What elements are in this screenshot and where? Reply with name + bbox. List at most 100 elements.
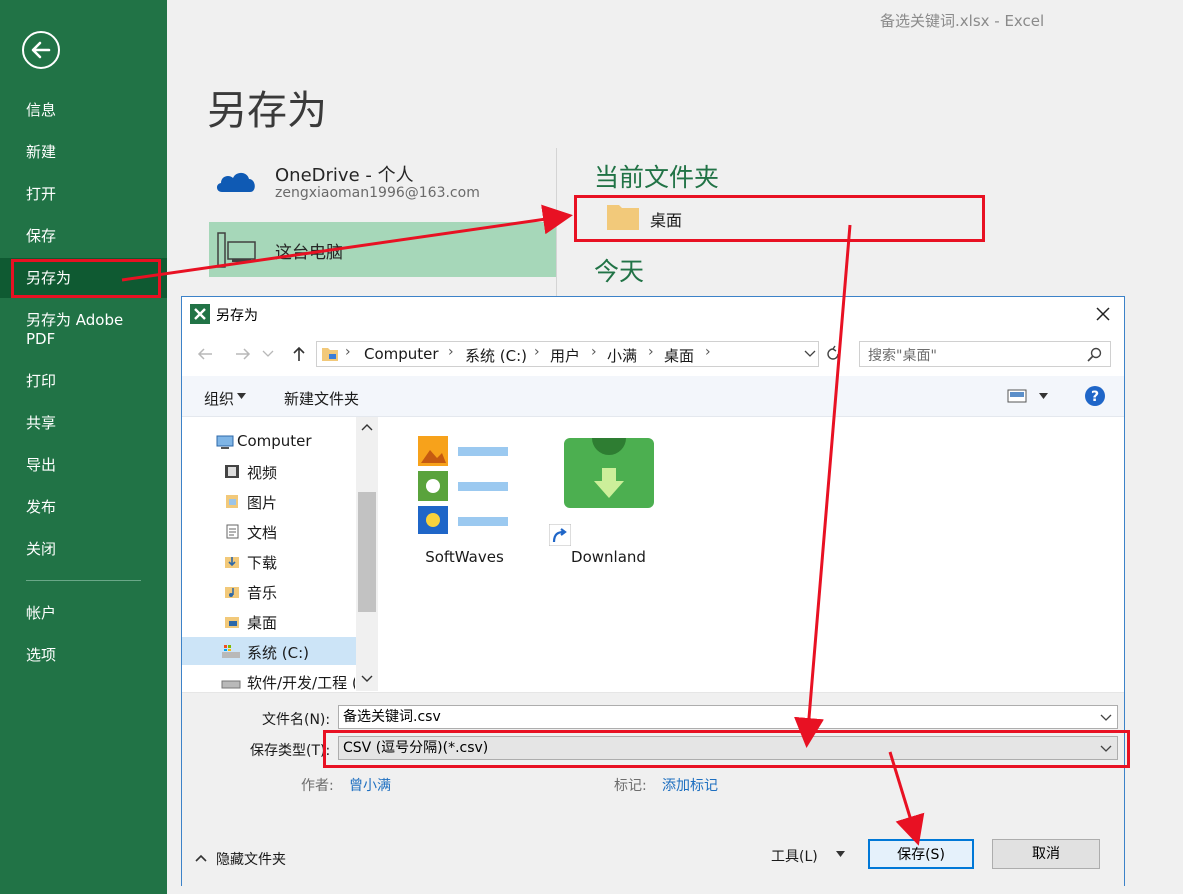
- menu-publish[interactable]: 发布: [0, 487, 167, 527]
- breadcrumb-user[interactable]: 小满: [607, 345, 637, 366]
- nav-item-software-drive[interactable]: 软件/开发/工程 (: [247, 672, 355, 693]
- file-type-label: 保存类型(T):: [250, 743, 331, 759]
- nav-item-desktop[interactable]: 桌面: [247, 612, 277, 633]
- chevron-down-icon: [1100, 714, 1112, 721]
- scroll-up-icon[interactable]: [361, 423, 373, 431]
- recent-dropdown-icon[interactable]: [262, 350, 274, 358]
- svg-text:?: ?: [1091, 389, 1099, 405]
- this-pc-label: 这台电脑: [275, 243, 343, 263]
- forward-arrow-icon[interactable]: [234, 346, 252, 362]
- annotation-box-current-folder: [574, 195, 985, 242]
- nav-item-system-drive[interactable]: 系统 (C:): [247, 642, 309, 663]
- filename-value: 备选关键词.csv: [343, 709, 441, 725]
- search-input[interactable]: 搜索"桌面": [859, 341, 1111, 367]
- locations-divider: [556, 148, 557, 298]
- back-arrow-icon[interactable]: [196, 346, 214, 362]
- nav-item-computer[interactable]: Computer: [237, 432, 312, 450]
- current-folder-heading: 当前文件夹: [594, 163, 720, 192]
- breadcrumb-separator: ›: [591, 344, 597, 360]
- annotation-box-file-type: [323, 730, 1130, 768]
- nav-item-downloads[interactable]: 下载: [247, 552, 277, 573]
- breadcrumb-separator: ›: [448, 344, 454, 360]
- menu-info[interactable]: 信息: [0, 90, 167, 130]
- close-icon: [1096, 307, 1110, 321]
- menu-save[interactable]: 保存: [0, 216, 167, 256]
- nav-item-music[interactable]: 音乐: [247, 582, 277, 603]
- tags-label: 标记:: [614, 778, 647, 794]
- author-label: 作者:: [301, 778, 334, 794]
- page-title: 另存为: [207, 88, 327, 134]
- caret-down-icon[interactable]: [1039, 393, 1048, 399]
- breadcrumb-separator: ›: [534, 344, 540, 360]
- back-button[interactable]: [22, 31, 60, 69]
- author-value[interactable]: 曾小满: [349, 775, 391, 795]
- nav-item-pictures[interactable]: 图片: [247, 492, 277, 513]
- new-folder-button[interactable]: 新建文件夹: [284, 388, 359, 409]
- caret-down-icon[interactable]: [836, 851, 845, 857]
- tools-button[interactable]: 工具(L): [771, 846, 818, 866]
- onedrive-icon: [216, 172, 255, 192]
- file-name: SoftWaves: [425, 548, 504, 566]
- onedrive-email: zengxiaoman1996@163.com: [275, 185, 480, 201]
- breadcrumb-separator: ›: [345, 344, 351, 360]
- desktop-icon: [225, 617, 239, 628]
- nav-scrollbar-thumb[interactable]: [358, 492, 376, 612]
- breadcrumb-separator: ›: [705, 344, 711, 360]
- music-icon: [225, 587, 239, 598]
- filename-label: 文件名(N):: [262, 712, 331, 728]
- hide-folders-button[interactable]: 隐藏文件夹: [216, 849, 286, 869]
- folder-icon: [322, 348, 338, 361]
- menu-export[interactable]: 导出: [0, 445, 167, 485]
- breadcrumb-computer[interactable]: Computer: [364, 345, 439, 363]
- breadcrumb-desktop[interactable]: 桌面: [664, 345, 694, 366]
- shortcut-arrow-icon: [549, 524, 571, 546]
- window-title: 备选关键词.xlsx - Excel: [880, 12, 1045, 30]
- pictures-icon: [226, 495, 238, 508]
- nav-item-videos[interactable]: 视频: [247, 462, 277, 483]
- search-icon: [1087, 347, 1102, 362]
- scroll-down-icon[interactable]: [361, 675, 373, 683]
- location-this-pc[interactable]: [209, 222, 557, 277]
- breadcrumb-separator: ›: [648, 344, 654, 360]
- close-button[interactable]: [1092, 303, 1114, 325]
- caret-down-icon: [237, 393, 246, 399]
- up-arrow-icon[interactable]: [290, 345, 308, 363]
- menu-new[interactable]: 新建: [0, 132, 167, 172]
- chevron-down-icon[interactable]: [804, 350, 816, 358]
- view-icon[interactable]: [1007, 389, 1027, 403]
- sidebar-divider: [26, 580, 141, 581]
- menu-account[interactable]: 帐户: [0, 593, 167, 633]
- computer-icon: [217, 232, 256, 268]
- breadcrumb-drive[interactable]: 系统 (C:): [465, 345, 527, 366]
- downloads-icon: [225, 557, 239, 568]
- menu-options[interactable]: 选项: [0, 635, 167, 675]
- cancel-button[interactable]: 取消: [992, 839, 1100, 869]
- drive-icon: [221, 680, 241, 689]
- documents-icon: [226, 524, 239, 539]
- save-button[interactable]: 保存(S): [868, 839, 974, 869]
- menu-share[interactable]: 共享: [0, 403, 167, 443]
- file-downland[interactable]: Downland: [546, 432, 671, 572]
- computer-icon: [216, 435, 234, 449]
- search-placeholder: 搜索"桌面": [868, 348, 937, 364]
- help-icon[interactable]: ?: [1084, 385, 1106, 407]
- filename-input[interactable]: 备选关键词.csv: [338, 705, 1118, 729]
- menu-save-as-pdf[interactable]: 另存为 Adobe PDF: [0, 308, 140, 348]
- chevron-up-icon[interactable]: [195, 854, 207, 862]
- video-icon: [225, 465, 239, 478]
- tags-value[interactable]: 添加标记: [662, 775, 718, 795]
- organize-button[interactable]: 组织: [204, 388, 234, 409]
- dialog-title: 另存为: [216, 308, 258, 324]
- arrow-left-icon: [31, 41, 51, 59]
- excel-icon: [190, 304, 210, 324]
- file-softwaves[interactable]: SoftWaves: [402, 432, 527, 572]
- refresh-icon[interactable]: [824, 344, 842, 364]
- onedrive-title[interactable]: OneDrive - 个人: [275, 161, 414, 187]
- menu-print[interactable]: 打印: [0, 361, 167, 401]
- annotation-box-save-as: [11, 259, 161, 298]
- nav-item-documents[interactable]: 文档: [247, 522, 277, 543]
- menu-close[interactable]: 关闭: [0, 529, 167, 569]
- menu-open[interactable]: 打开: [0, 174, 167, 214]
- softwaves-icon: [418, 436, 508, 534]
- breadcrumb-users[interactable]: 用户: [550, 345, 580, 366]
